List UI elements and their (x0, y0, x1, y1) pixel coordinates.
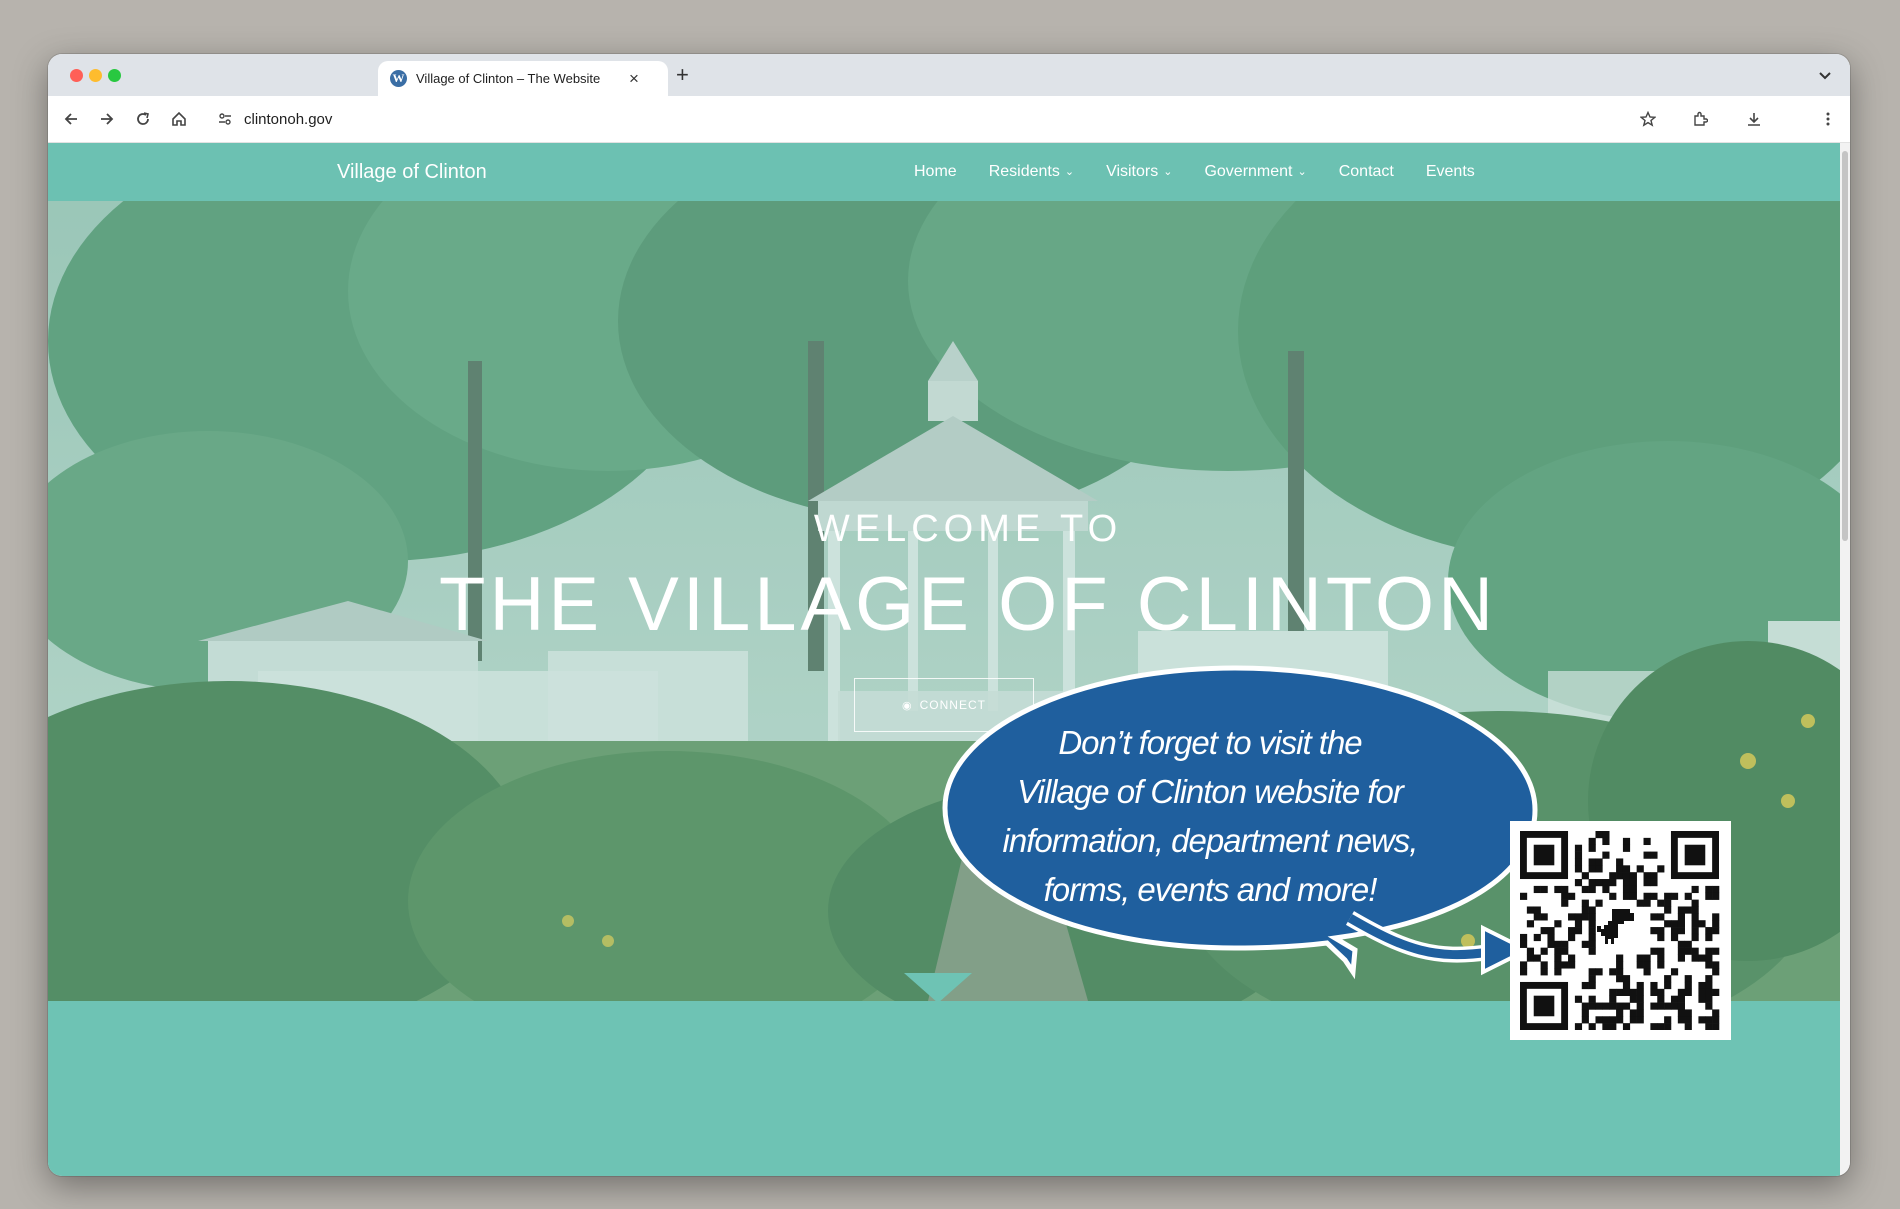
tab-close-icon[interactable]: × (629, 69, 639, 89)
wordpress-favicon-icon: W (390, 70, 407, 87)
callout-line: Don’t forget to visit the (1058, 724, 1362, 761)
callout-text: Don’t forget to visit the Village of Cli… (990, 718, 1430, 914)
active-tab[interactable]: W Village of Clinton – The Website × (378, 61, 668, 96)
callout-line: forms, events and more! (1043, 871, 1378, 908)
qr-code-icon[interactable] (1510, 821, 1731, 1040)
callout-line: Village of Clinton website for (1017, 773, 1404, 810)
qr-pattern (1520, 831, 1720, 1030)
nav-label: Home (914, 163, 957, 180)
scroll-thumb[interactable] (1842, 151, 1848, 541)
nav-item-residents[interactable]: Residents ⌄ (989, 163, 1074, 181)
dinosaur-icon (1597, 909, 1634, 944)
chevron-down-icon: ⌄ (1064, 166, 1075, 178)
address-bar[interactable]: clintonoh.gov (208, 102, 1648, 136)
tab-search-icon[interactable] (1814, 65, 1836, 87)
close-window-button[interactable] (70, 69, 83, 82)
tab-title: Village of Clinton – The Website (416, 71, 601, 86)
extensions-icon[interactable] (1689, 108, 1711, 130)
callout-line: information, department news, (1002, 822, 1419, 859)
nav-item-contact[interactable]: Contact (1339, 163, 1394, 181)
main-nav: Home Residents ⌄ Visitors ⌄ Government ⌄ Co… (914, 163, 1507, 181)
bookmark-star-icon[interactable] (1637, 108, 1659, 130)
eye-icon: ◉ (902, 699, 913, 712)
nav-label: Events (1425, 163, 1475, 180)
nav-item-home[interactable]: Home (914, 163, 957, 181)
nav-item-visitors[interactable]: Visitors ⌄ (1106, 163, 1172, 181)
callout-bubble: Don’t forget to visit the Village of Cli… (935, 660, 1545, 990)
back-arrow-icon[interactable] (60, 108, 82, 130)
maximize-window-button[interactable] (108, 69, 121, 82)
forward-arrow-icon[interactable] (96, 108, 118, 130)
home-icon[interactable] (168, 108, 190, 130)
site-title[interactable]: Village of Clinton (337, 161, 487, 184)
download-icon[interactable] (1743, 108, 1765, 130)
welcome-subtitle: WELCOME TO (813, 508, 1123, 550)
site-settings-icon[interactable] (216, 110, 234, 128)
url-text: clintonoh.gov (244, 110, 333, 128)
site-header: Village of Clinton Home Residents ⌄ Visit… (48, 143, 1840, 201)
nav-item-government[interactable]: Government ⌄ (1204, 163, 1306, 181)
nav-label: Contact (1338, 163, 1394, 180)
nav-item-events[interactable]: Events (1426, 163, 1475, 181)
more-menu-icon[interactable] (1817, 108, 1839, 130)
hero-title: THE VILLAGE OF CLINTON (439, 562, 1497, 647)
page-scrollbar[interactable] (1840, 143, 1850, 1176)
nav-label: Visitors (1106, 163, 1159, 180)
tab-strip: W Village of Clinton – The Website × + (48, 54, 1850, 96)
chevron-down-icon: ⌄ (1297, 166, 1307, 178)
new-tab-button[interactable]: + (676, 62, 689, 88)
nav-label: Residents (988, 163, 1060, 180)
nav-label: Government (1204, 163, 1293, 180)
chevron-down-icon: ⌄ (1163, 166, 1173, 178)
reload-icon[interactable] (132, 108, 154, 130)
minimize-window-button[interactable] (89, 69, 102, 82)
browser-toolbar: clintonoh.gov (48, 96, 1850, 143)
